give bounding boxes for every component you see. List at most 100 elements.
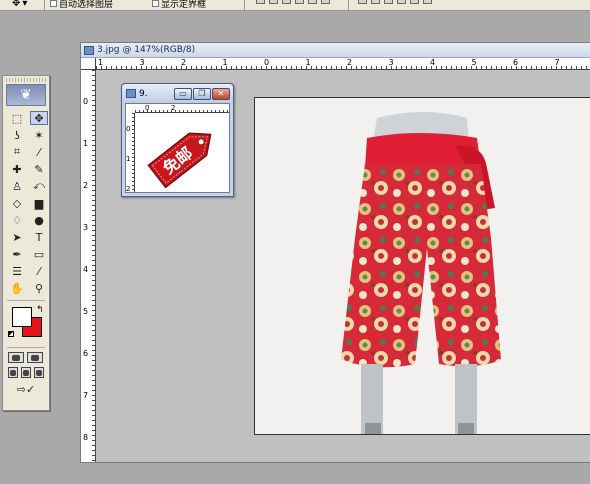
jump-row: ⇨✓: [3, 380, 49, 398]
sub-vertical-ruler[interactable]: 0 1 2: [126, 113, 135, 193]
foreground-color-swatch[interactable]: [12, 307, 32, 327]
ruler-label: 0: [145, 104, 150, 112]
ruler-label: 4: [430, 58, 436, 67]
toolbox-grip[interactable]: [6, 78, 46, 82]
ruler-label: 2: [83, 181, 89, 190]
divider: [44, 0, 45, 10]
quick-mask-mode-button[interactable]: [27, 352, 43, 363]
distribute-buttons: [358, 0, 432, 4]
clone-stamp-tool[interactable]: ♙: [8, 179, 26, 193]
full-screen-menu-button[interactable]: [21, 367, 31, 378]
product-photo[interactable]: [254, 97, 590, 435]
distribute-right-button[interactable]: [423, 0, 432, 4]
blur-tool[interactable]: ♢: [8, 213, 26, 227]
sub-horizontal-ruler[interactable]: 02: [135, 104, 229, 113]
type-tool[interactable]: T: [30, 230, 48, 244]
ruler-label: 1: [222, 58, 228, 67]
distribute-bottom-button[interactable]: [384, 0, 393, 4]
marquee-tool[interactable]: ⬚: [8, 111, 26, 125]
dodge-tool[interactable]: ●: [30, 213, 48, 227]
gradient-tool[interactable]: ▆: [30, 196, 48, 210]
path-selection-tool[interactable]: ➤: [8, 230, 26, 244]
pen-tool[interactable]: ✒: [8, 247, 26, 261]
ruler-label: 2: [181, 58, 187, 67]
tool-grid: ⬚ ✥ ʖ ✶ ⌗ ⁄ ✚ ✎ ♙ ⤺ ◇ ▆ ♢ ● ➤ T ✒ ▭ ☰ ⁄ ✋ ⚲: [3, 108, 49, 298]
divider: [348, 0, 349, 10]
restore-button[interactable]: ❐: [193, 87, 211, 100]
crop-tool[interactable]: ⌗: [8, 145, 26, 159]
align-buttons: [256, 0, 330, 4]
document-title: 3.jpg @ 147%(RGB/8): [97, 45, 196, 55]
move-tool[interactable]: ✥: [30, 111, 48, 125]
distribute-vcenter-button[interactable]: [371, 0, 380, 4]
document-icon: [126, 89, 136, 98]
ruler-label: 2: [171, 104, 176, 112]
ruler-label: 1: [83, 139, 89, 148]
sub-window-canvas[interactable]: 02 012 免邮: [125, 103, 230, 193]
sub-window-title-bar[interactable]: 9. ▭ ❐ ✕: [122, 84, 233, 103]
close-button[interactable]: ✕: [212, 87, 230, 100]
feather-logo-icon[interactable]: ❦: [6, 84, 46, 106]
standard-mode-button[interactable]: [8, 352, 24, 363]
checkbox-box[interactable]: [50, 0, 57, 7]
swap-colors-icon[interactable]: ↰: [36, 305, 44, 315]
ruler-label: 5: [83, 307, 89, 316]
mask-mode-row: [3, 350, 49, 365]
ruler-label: 0: [83, 97, 89, 106]
history-brush-tool[interactable]: ⤺: [30, 179, 48, 193]
standard-screen-button[interactable]: [8, 367, 18, 378]
jump-to-imageready-icon[interactable]: ⇨✓: [8, 382, 44, 396]
shape-tool[interactable]: ▭: [30, 247, 48, 261]
ruler-label: 1: [305, 58, 311, 67]
align-hcenter-button[interactable]: [308, 0, 317, 4]
brush-tool[interactable]: ✎: [30, 162, 48, 176]
notes-tool[interactable]: ☰: [8, 264, 26, 278]
vertical-ruler[interactable]: 0 1 2 3 4 5 6 7 8: [81, 70, 96, 462]
align-top-button[interactable]: [256, 0, 265, 4]
auto-select-layer-checkbox[interactable]: 自动选择图层: [50, 0, 113, 10]
default-colors-icon[interactable]: [8, 331, 14, 337]
document-icon: [84, 45, 94, 55]
tool-preset-picker[interactable]: ✥ ▾: [12, 0, 40, 10]
sub-document-window: 9. ▭ ❐ ✕ 02 012 免邮: [121, 83, 234, 197]
distribute-left-button[interactable]: [397, 0, 406, 4]
divider: [244, 0, 245, 10]
align-right-button[interactable]: [321, 0, 330, 4]
align-vcenter-button[interactable]: [269, 0, 278, 4]
full-screen-button[interactable]: [34, 367, 44, 378]
ruler-label: 3: [388, 58, 394, 67]
auto-select-layer-label: 自动选择图层: [59, 0, 114, 10]
color-swatches: ↰: [8, 305, 44, 343]
ruler-label: 1: [126, 155, 131, 163]
magic-wand-tool[interactable]: ✶: [30, 128, 48, 142]
ruler-label: 2: [347, 58, 353, 67]
ruler-label: 6: [513, 58, 519, 67]
ruler-label: 8: [83, 433, 89, 442]
zoom-tool[interactable]: ⚲: [30, 281, 48, 295]
ruler-label: 7: [554, 58, 560, 67]
lasso-tool[interactable]: ʖ: [8, 128, 26, 142]
align-left-button[interactable]: [295, 0, 304, 4]
minimize-button[interactable]: ▭: [174, 87, 192, 100]
ruler-label: 5: [471, 58, 477, 67]
horizontal-ruler[interactable]: 1 3 2 1 0 1 2 3 4 5 6 7: [96, 58, 590, 70]
sub-window-title: 9.: [139, 88, 148, 99]
show-bounding-box-label: 显示定界框: [161, 0, 207, 10]
slice-tool[interactable]: ⁄: [30, 145, 48, 159]
align-bottom-button[interactable]: [282, 0, 291, 4]
hand-tool[interactable]: ✋: [8, 281, 26, 295]
document-title-bar[interactable]: 3.jpg @ 147%(RGB/8): [81, 43, 590, 58]
ruler-label: 3: [139, 58, 145, 67]
move-icon: ✥: [12, 0, 21, 9]
eraser-tool[interactable]: ◇: [8, 196, 26, 210]
ruler-label: 4: [83, 265, 89, 274]
ruler-label: 2: [126, 185, 131, 193]
distribute-top-button[interactable]: [358, 0, 367, 4]
distribute-hcenter-button[interactable]: [410, 0, 419, 4]
show-bounding-box-checkbox[interactable]: 显示定界框: [152, 0, 206, 10]
ruler-origin[interactable]: [81, 58, 96, 70]
eyedropper-tool[interactable]: ⁄: [30, 264, 48, 278]
ruler-label: 6: [83, 349, 89, 358]
checkbox-box[interactable]: [152, 0, 159, 7]
healing-brush-tool[interactable]: ✚: [8, 162, 26, 176]
